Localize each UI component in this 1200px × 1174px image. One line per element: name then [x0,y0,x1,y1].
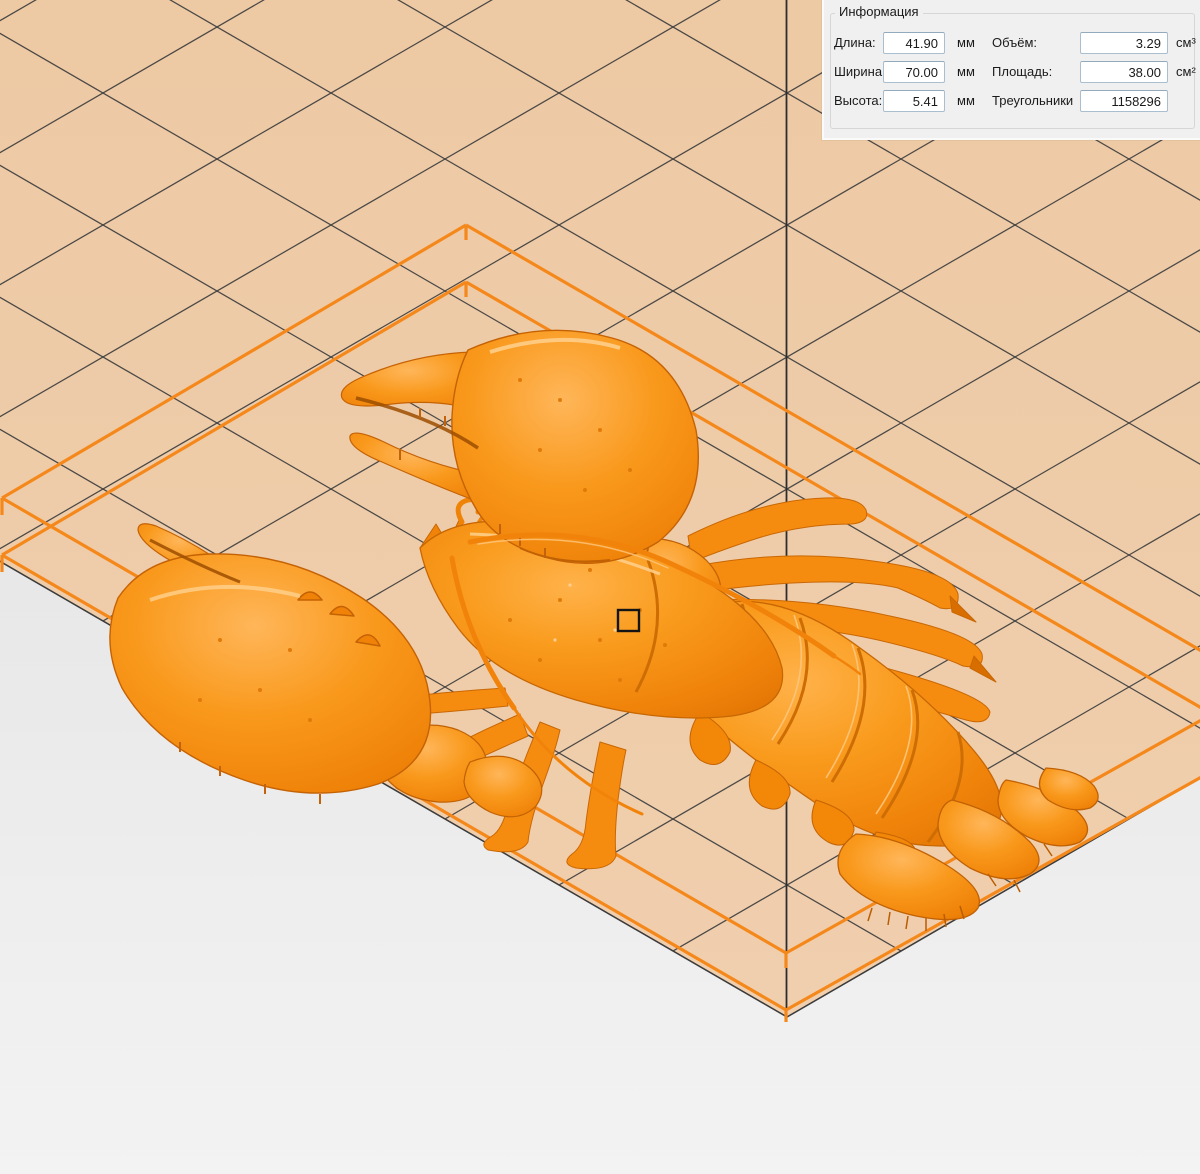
scene-3d [0,0,1200,1174]
volume-label: Объём: [992,32,1037,54]
width-input[interactable] [883,61,945,83]
viewport-3d[interactable]: Информация Длина: мм Ширина: мм Высота: … [0,0,1200,1174]
width-label: Ширина: [834,61,886,83]
triangles-input[interactable] [1080,90,1168,112]
triangles-label: Треугольники [992,90,1073,112]
length-unit: мм [957,32,975,54]
volume-input[interactable] [1080,32,1168,54]
area-unit: см² [1176,61,1196,83]
height-label: Высота: [834,90,882,112]
length-label: Длина: [834,32,876,54]
height-unit: мм [957,90,975,112]
info-panel-title: Информация [835,4,923,19]
length-input[interactable] [883,32,945,54]
volume-unit: см³ [1176,32,1196,54]
area-label: Площадь: [992,61,1052,83]
height-input[interactable] [883,90,945,112]
info-panel: Информация Длина: мм Ширина: мм Высота: … [822,0,1200,140]
area-input[interactable] [1080,61,1168,83]
width-unit: мм [957,61,975,83]
